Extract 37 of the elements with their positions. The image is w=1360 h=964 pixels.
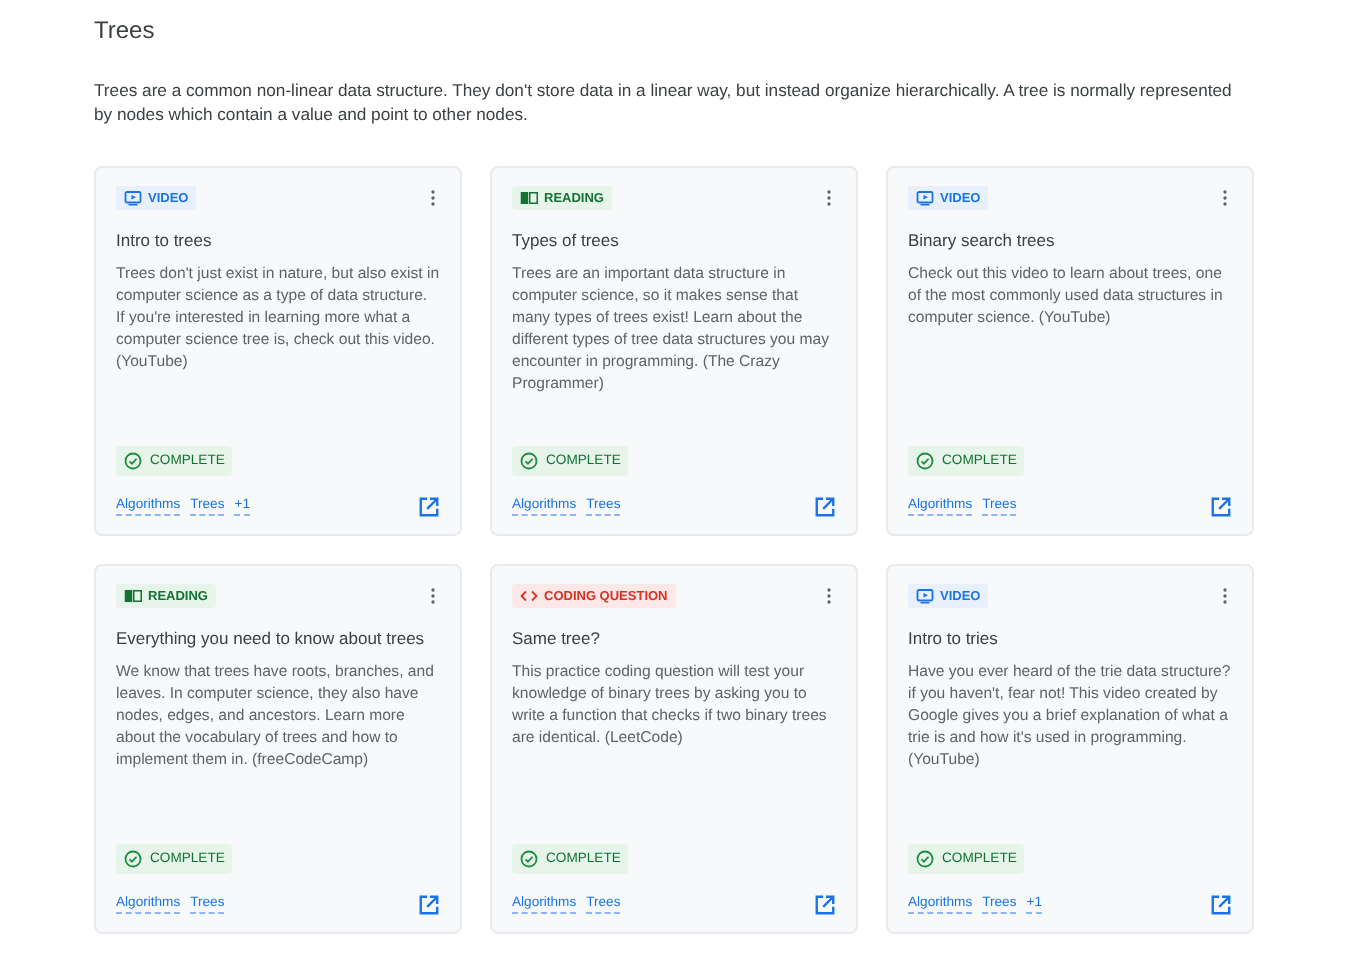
check-circle-icon bbox=[520, 452, 538, 470]
video-icon bbox=[916, 588, 934, 604]
card-title: Binary search trees bbox=[908, 230, 1057, 250]
code-icon bbox=[520, 588, 538, 604]
resource-card[interactable] bbox=[94, 564, 462, 934]
check-circle-icon bbox=[124, 452, 142, 470]
resource-card[interactable] bbox=[94, 166, 462, 536]
resource-card[interactable] bbox=[886, 564, 1254, 934]
section-description: Trees are a common non-linear data structure. They don't store data in a linear way, but instead organize hierarchically. A tree is normally represented by nodes which contain a value and point to other nodes. bbox=[94, 78, 1234, 126]
more-options-icon[interactable] bbox=[426, 586, 440, 606]
more-options-icon[interactable] bbox=[1218, 188, 1232, 208]
more-options-icon[interactable] bbox=[822, 586, 836, 606]
check-circle-icon bbox=[916, 850, 934, 868]
open-external-icon[interactable] bbox=[1210, 496, 1232, 518]
open-external-icon[interactable] bbox=[814, 894, 836, 916]
card-title: Types of trees bbox=[512, 230, 621, 250]
check-circle-icon bbox=[520, 850, 538, 868]
more-options-icon[interactable] bbox=[1218, 586, 1232, 606]
open-external-icon[interactable] bbox=[1210, 894, 1232, 916]
video-icon bbox=[916, 190, 934, 206]
section-heading: Trees bbox=[94, 16, 157, 44]
check-circle-icon bbox=[916, 452, 934, 470]
open-external-icon[interactable] bbox=[418, 496, 440, 518]
more-options-icon[interactable] bbox=[822, 188, 836, 208]
card-title: Everything you need to know about trees bbox=[116, 628, 427, 648]
open-external-icon[interactable] bbox=[418, 894, 440, 916]
book-icon bbox=[124, 588, 142, 604]
book-icon bbox=[520, 190, 538, 206]
more-options-icon[interactable] bbox=[426, 188, 440, 208]
video-icon bbox=[124, 190, 142, 206]
check-circle-icon bbox=[124, 850, 142, 868]
open-external-icon[interactable] bbox=[814, 496, 836, 518]
card-title: Intro to trees bbox=[116, 230, 214, 250]
resource-card[interactable] bbox=[490, 564, 858, 934]
resource-card[interactable] bbox=[490, 166, 858, 536]
card-title: Intro to tries bbox=[908, 628, 1000, 648]
card-title: Same tree? bbox=[512, 628, 602, 648]
